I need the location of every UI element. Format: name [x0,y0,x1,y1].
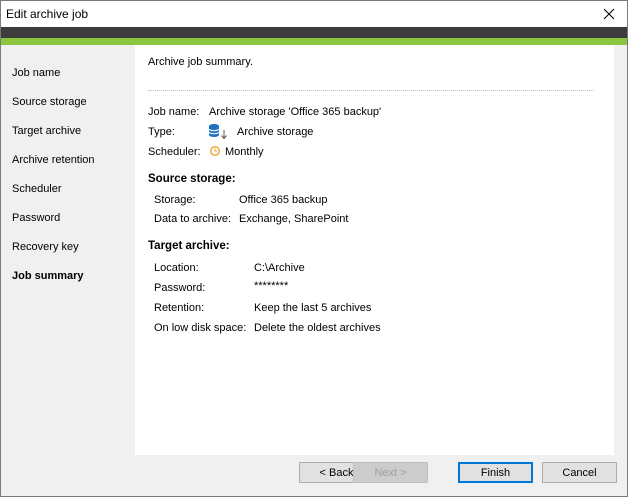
job-name-label: Job name: [148,106,200,118]
job-name-value: Archive storage 'Office 365 backup' [209,106,382,118]
sidebar-item-target-archive[interactable]: Target archive [12,125,81,137]
wizard-steps-sidebar: Job name Source storage Target archive A… [1,45,134,455]
target-archive-section-title: Target archive: [148,240,230,252]
storage-value: Office 365 backup [239,194,328,206]
scheduler-value: Monthly [225,146,264,158]
header-band [1,27,627,38]
retention-label: Retention: [154,302,205,314]
sidebar-item-recovery-key[interactable]: Recovery key [12,241,79,253]
summary-panel: Archive job summary. Job name: Archive s… [135,45,614,455]
storage-label: Storage: [154,194,196,206]
type-value: Archive storage [237,126,314,138]
password-label: Password: [154,282,206,294]
sidebar-item-job-name[interactable]: Job name [12,67,60,79]
sidebar-item-scheduler[interactable]: Scheduler [12,183,62,195]
clock-icon [209,145,221,160]
source-storage-section-title: Source storage: [148,173,236,185]
archive-storage-icon [208,123,230,143]
divider [148,90,594,91]
close-button[interactable] [591,1,627,27]
retention-value: Keep the last 5 archives [254,302,372,314]
close-icon [603,8,615,20]
location-label: Location: [154,262,199,274]
sidebar-item-password[interactable]: Password [12,212,60,224]
low-disk-space-value: Delete the oldest archives [254,322,381,334]
edit-archive-job-dialog: Edit archive job Job name Source storage… [0,0,628,497]
accent-band [1,38,627,45]
data-to-archive-label: Data to archive: [154,213,232,225]
title-bar: Edit archive job [1,1,627,27]
low-disk-space-label: On low disk space: [154,322,247,334]
cancel-button[interactable]: Cancel [542,462,617,483]
next-button[interactable]: Next > [353,462,428,483]
sidebar-item-archive-retention[interactable]: Archive retention [12,154,95,166]
data-to-archive-value: Exchange, SharePoint [239,213,349,225]
window-title: Edit archive job [6,7,89,21]
sidebar-item-job-summary[interactable]: Job summary [12,270,84,282]
page-title: Archive job summary. [148,56,253,68]
password-value: ******** [254,280,289,292]
sidebar-item-source-storage[interactable]: Source storage [12,96,87,108]
scheduler-label: Scheduler: [148,146,201,158]
type-label: Type: [148,126,175,138]
location-value: C:\Archive [254,262,305,274]
finish-button[interactable]: Finish [458,462,533,483]
